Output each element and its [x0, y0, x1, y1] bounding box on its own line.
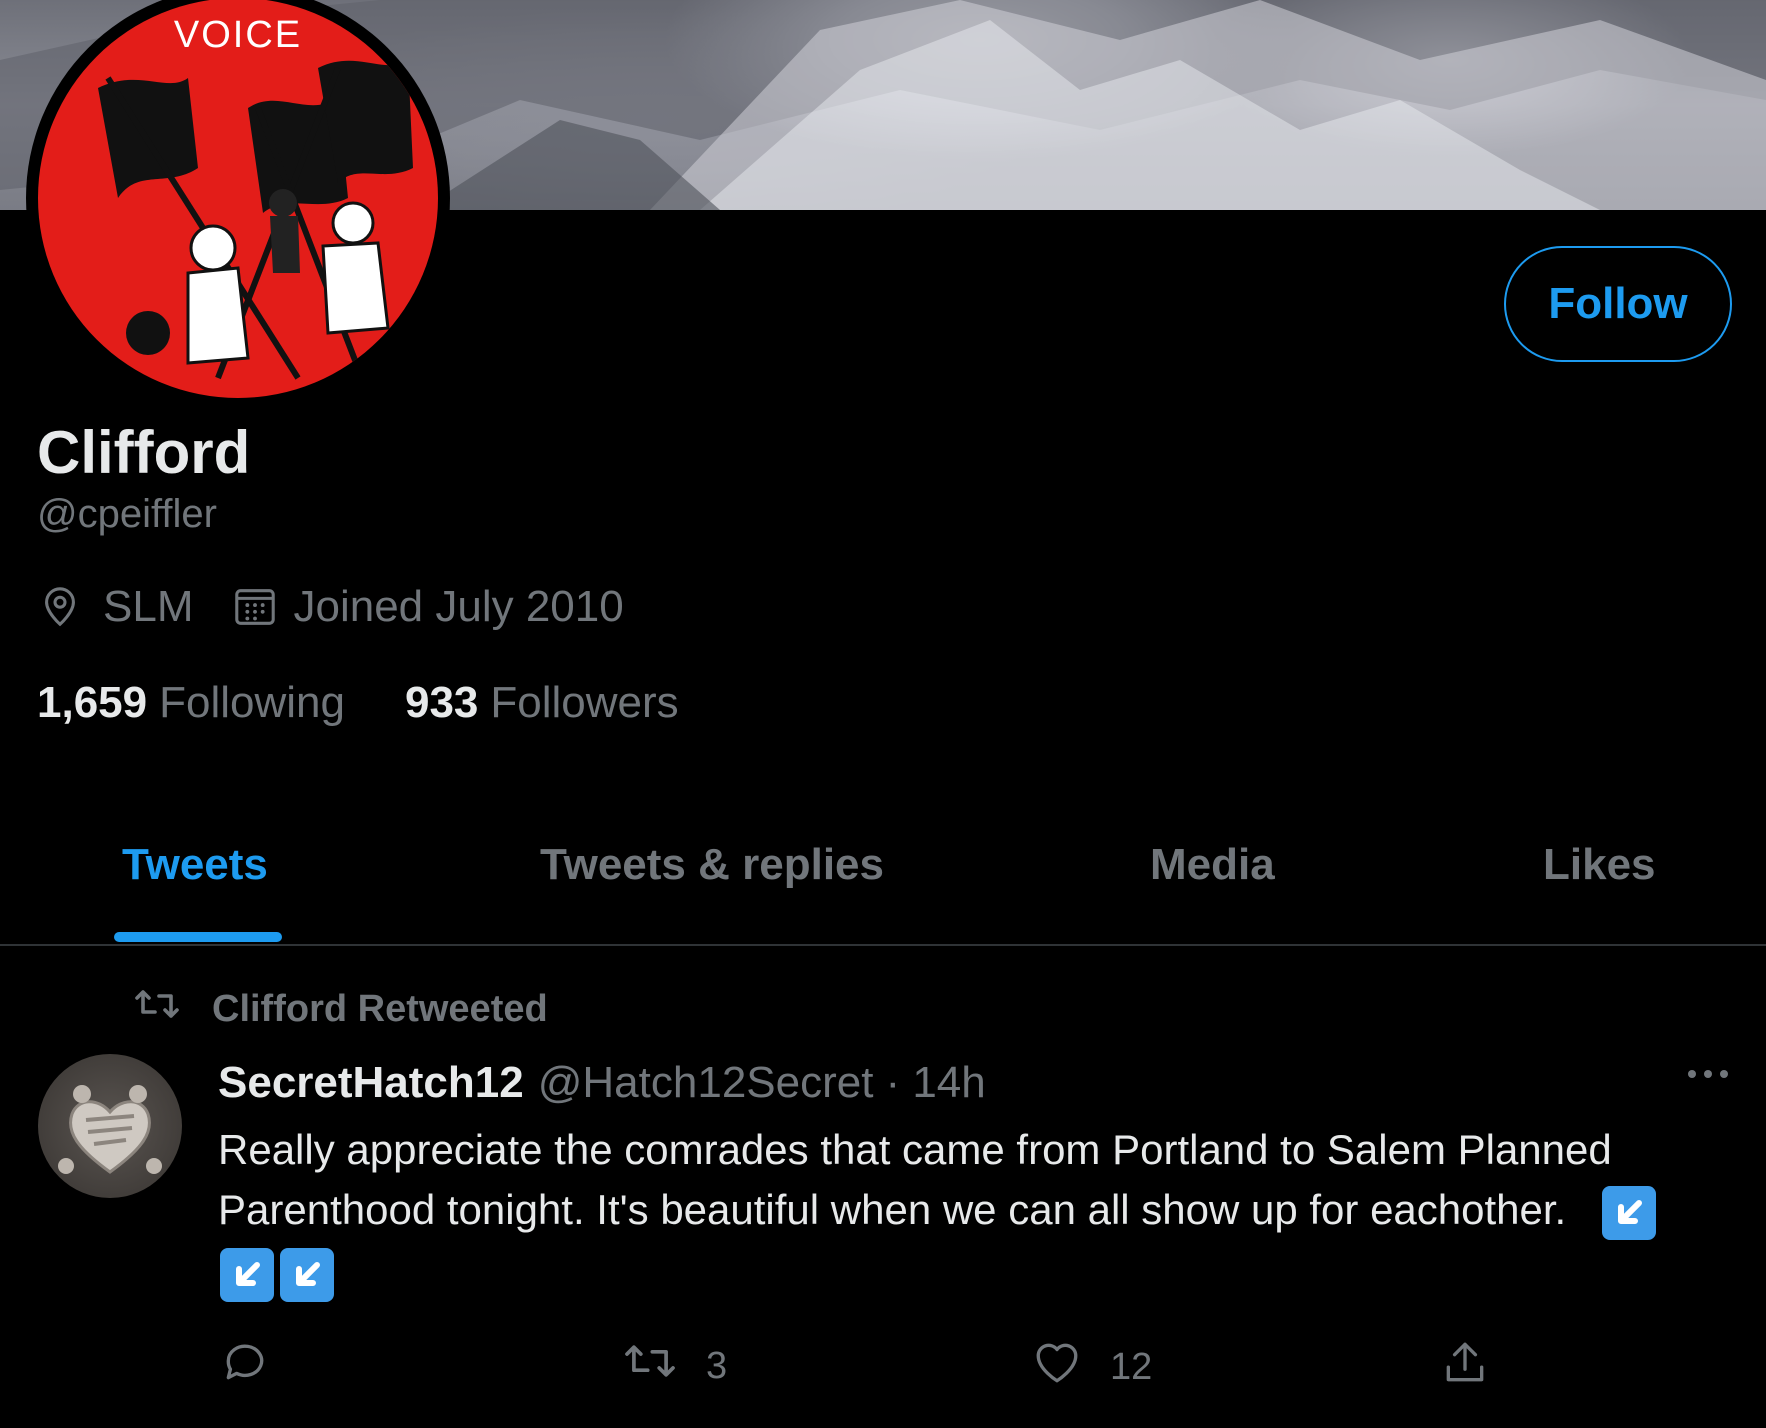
- tweet-author-avatar[interactable]: [38, 1054, 182, 1198]
- retweet-context[interactable]: Clifford Retweeted: [132, 984, 548, 1034]
- tab-likes[interactable]: Likes: [1543, 840, 1656, 890]
- profile-meta: SLM Joined July 2010: [37, 582, 624, 632]
- profile-location: SLM: [103, 582, 194, 631]
- tweet-header: SecretHatch12 @Hatch12Secret · 14h: [218, 1058, 986, 1108]
- follow-button[interactable]: Follow: [1504, 246, 1732, 362]
- location-pin-icon: [37, 584, 83, 630]
- following-link[interactable]: 1,659 Following: [37, 678, 345, 728]
- arrow-down-left-emoji-icon: [220, 1247, 274, 1302]
- avatar-artwork: VOICE: [38, 0, 438, 398]
- arrow-down-left-emoji-icon: [1601, 1185, 1656, 1240]
- arrow-down-left-emoji-icon: [280, 1247, 334, 1302]
- more-icon[interactable]: [1684, 1066, 1732, 1087]
- heart-crest-image: [58, 1085, 162, 1174]
- following-count: 1,659: [37, 678, 148, 727]
- share-button[interactable]: [1440, 1338, 1490, 1398]
- active-tab-indicator: [114, 932, 282, 942]
- tweet-author-handle[interactable]: @Hatch12Secret: [538, 1058, 874, 1108]
- share-icon: [1440, 1338, 1490, 1398]
- flags-illustration: [98, 58, 413, 380]
- tab-media[interactable]: Media: [1150, 840, 1275, 890]
- retweet-button[interactable]: 3: [622, 1338, 727, 1394]
- profile-stats: 1,659 Following 933 Followers: [37, 678, 679, 728]
- like-button[interactable]: 12: [1032, 1338, 1152, 1396]
- reply-button[interactable]: [220, 1338, 270, 1398]
- retweeted-by: Clifford Retweeted: [212, 987, 548, 1030]
- followers-count: 933: [404, 678, 479, 727]
- reply-icon: [220, 1338, 270, 1398]
- profile-joined: Joined July 2010: [293, 582, 624, 631]
- calendar-icon: [231, 584, 279, 630]
- tab-tweets[interactable]: Tweets: [122, 840, 268, 890]
- tweet-text: Really appreciate the comrades that came…: [218, 1126, 1612, 1233]
- tweet-author-name[interactable]: SecretHatch12: [218, 1058, 524, 1108]
- profile-avatar[interactable]: VOICE: [26, 0, 450, 410]
- following-label: Following: [159, 678, 345, 727]
- tab-tweets-replies[interactable]: Tweets & replies: [540, 840, 884, 890]
- retweet-icon: [622, 1338, 678, 1394]
- retweet-count: 3: [706, 1344, 728, 1387]
- like-icon: [1032, 1338, 1082, 1396]
- profile-name: Clifford: [37, 419, 251, 486]
- tweet-body: Really appreciate the comrades that came…: [218, 1120, 1698, 1302]
- followers-link[interactable]: 933 Followers: [405, 678, 679, 728]
- tweet-actions: 3 12: [0, 1338, 1766, 1398]
- profile-tabs: Tweets Tweets & replies Media Likes: [0, 820, 1766, 946]
- like-count: 12: [1110, 1345, 1153, 1388]
- tweet-time[interactable]: · 14h: [885, 1058, 985, 1108]
- retweet-icon: [132, 984, 182, 1034]
- followers-label: Followers: [490, 678, 679, 727]
- profile-handle: @cpeiffler: [37, 492, 217, 536]
